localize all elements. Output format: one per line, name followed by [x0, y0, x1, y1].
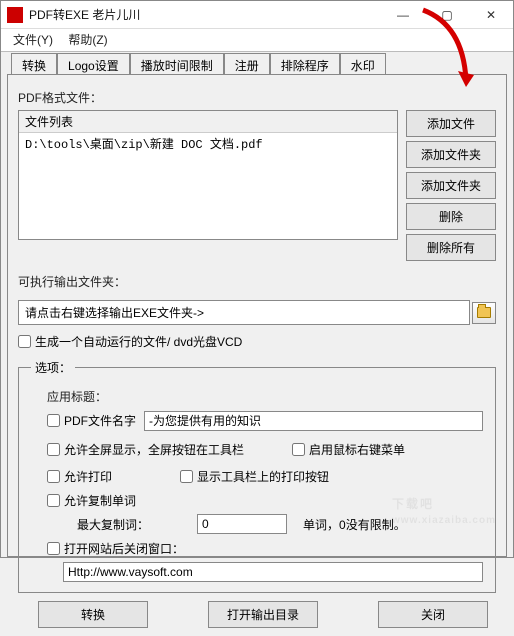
app-logo-icon	[7, 7, 23, 23]
allow-print-checkbox[interactable]: 允许打印	[47, 468, 112, 485]
delete-button[interactable]: 删除	[406, 203, 496, 230]
folder-icon	[477, 307, 491, 318]
allow-print-label: 允许打印	[64, 468, 112, 485]
autorun-label: 生成一个自动运行的文件/ dvd光盘VCD	[35, 333, 242, 350]
file-list-header[interactable]: 文件列表	[19, 111, 397, 133]
add-folder2-button[interactable]: 添加文件夹	[406, 172, 496, 199]
allow-copy-label: 允许复制单词	[64, 492, 136, 509]
open-output-button[interactable]: 打开输出目录	[208, 601, 318, 628]
window-title: PDF转EXE 老片儿川	[29, 6, 381, 23]
fullscreen-checkbox[interactable]: 允许全屏显示，全屏按钮在工具栏	[47, 441, 244, 458]
delete-all-button[interactable]: 删除所有	[406, 234, 496, 261]
website-input[interactable]	[63, 562, 483, 582]
right-menu-label: 启用鼠标右键菜单	[309, 441, 405, 458]
titlebar: PDF转EXE 老片儿川 — ▢ ✕	[1, 1, 513, 29]
pdf-name-checkbox[interactable]: PDF文件名字	[47, 412, 136, 429]
close-button[interactable]: 关闭	[378, 601, 488, 628]
file-list-row[interactable]: D:\tools\桌面\zip\新建 DOC 文档.pdf	[19, 133, 397, 154]
tab-exclude[interactable]: 排除程序	[270, 53, 340, 75]
convert-button[interactable]: 转换	[38, 601, 148, 628]
show-print-btn-label: 显示工具栏上的打印按钮	[197, 468, 329, 485]
pdf-files-label: PDF格式文件：	[18, 89, 496, 106]
file-list[interactable]: 文件列表 D:\tools\桌面\zip\新建 DOC 文档.pdf	[18, 110, 398, 240]
fullscreen-checkbox-input[interactable]	[47, 443, 60, 456]
close-after-web-label: 打开网站后关闭窗口：	[64, 540, 184, 557]
autorun-checkbox[interactable]: 生成一个自动运行的文件/ dvd光盘VCD	[18, 333, 242, 350]
show-print-btn-checkbox[interactable]: 显示工具栏上的打印按钮	[180, 468, 329, 485]
browse-folder-button[interactable]	[472, 302, 496, 324]
tab-strip: 转换 Logo设置 播放时间限制 注册 排除程序 水印	[1, 52, 513, 74]
tab-time-limit[interactable]: 播放时间限制	[130, 53, 224, 75]
tab-convert[interactable]: 转换	[11, 53, 57, 75]
tab-panel-convert: PDF格式文件： 文件列表 D:\tools\桌面\zip\新建 DOC 文档.…	[7, 74, 507, 557]
pdf-name-label: PDF文件名字	[64, 412, 136, 429]
pdf-name-checkbox-input[interactable]	[47, 414, 60, 427]
add-file-button[interactable]: 添加文件	[406, 110, 496, 137]
add-folder-button[interactable]: 添加文件夹	[406, 141, 496, 168]
close-after-web-checkbox[interactable]: 打开网站后关闭窗口：	[47, 540, 184, 557]
allow-print-checkbox-input[interactable]	[47, 470, 60, 483]
tab-register[interactable]: 注册	[224, 53, 270, 75]
minimize-button[interactable]: —	[381, 1, 425, 29]
tab-logo[interactable]: Logo设置	[57, 53, 130, 75]
menu-file[interactable]: 文件(Y)	[7, 29, 59, 50]
output-folder-label: 可执行输出文件夹：	[18, 273, 496, 290]
tab-watermark[interactable]: 水印	[340, 53, 386, 75]
app-window: PDF转EXE 老片儿川 — ▢ ✕ 文件(Y) 帮助(Z) 转换 Logo设置…	[0, 0, 514, 558]
max-copy-label: 最大复制词：	[77, 516, 149, 533]
max-copy-suffix: 单词，0没有限制。	[303, 516, 406, 533]
allow-copy-checkbox[interactable]: 允许复制单词	[47, 492, 136, 509]
allow-copy-checkbox-input[interactable]	[47, 494, 60, 507]
content-area: 转换 Logo设置 播放时间限制 注册 排除程序 水印 PDF格式文件： 文件列…	[1, 51, 513, 557]
show-print-btn-checkbox-input[interactable]	[180, 470, 193, 483]
menu-help[interactable]: 帮助(Z)	[62, 29, 113, 50]
right-menu-checkbox-input[interactable]	[292, 443, 305, 456]
max-copy-input[interactable]	[197, 514, 287, 534]
app-title-label: 应用标题：	[47, 388, 483, 405]
maximize-button[interactable]: ▢	[425, 1, 469, 29]
output-folder-input[interactable]: 请点击右键选择输出EXE文件夹->	[18, 300, 470, 325]
close-window-button[interactable]: ✕	[469, 1, 513, 29]
app-title-input[interactable]	[144, 411, 483, 431]
close-after-web-checkbox-input[interactable]	[47, 542, 60, 555]
menubar: 文件(Y) 帮助(Z)	[1, 29, 513, 51]
autorun-checkbox-input[interactable]	[18, 335, 31, 348]
fullscreen-label: 允许全屏显示，全屏按钮在工具栏	[64, 441, 244, 458]
right-menu-checkbox[interactable]: 启用鼠标右键菜单	[292, 441, 405, 458]
options-legend: 选项：	[31, 359, 75, 376]
